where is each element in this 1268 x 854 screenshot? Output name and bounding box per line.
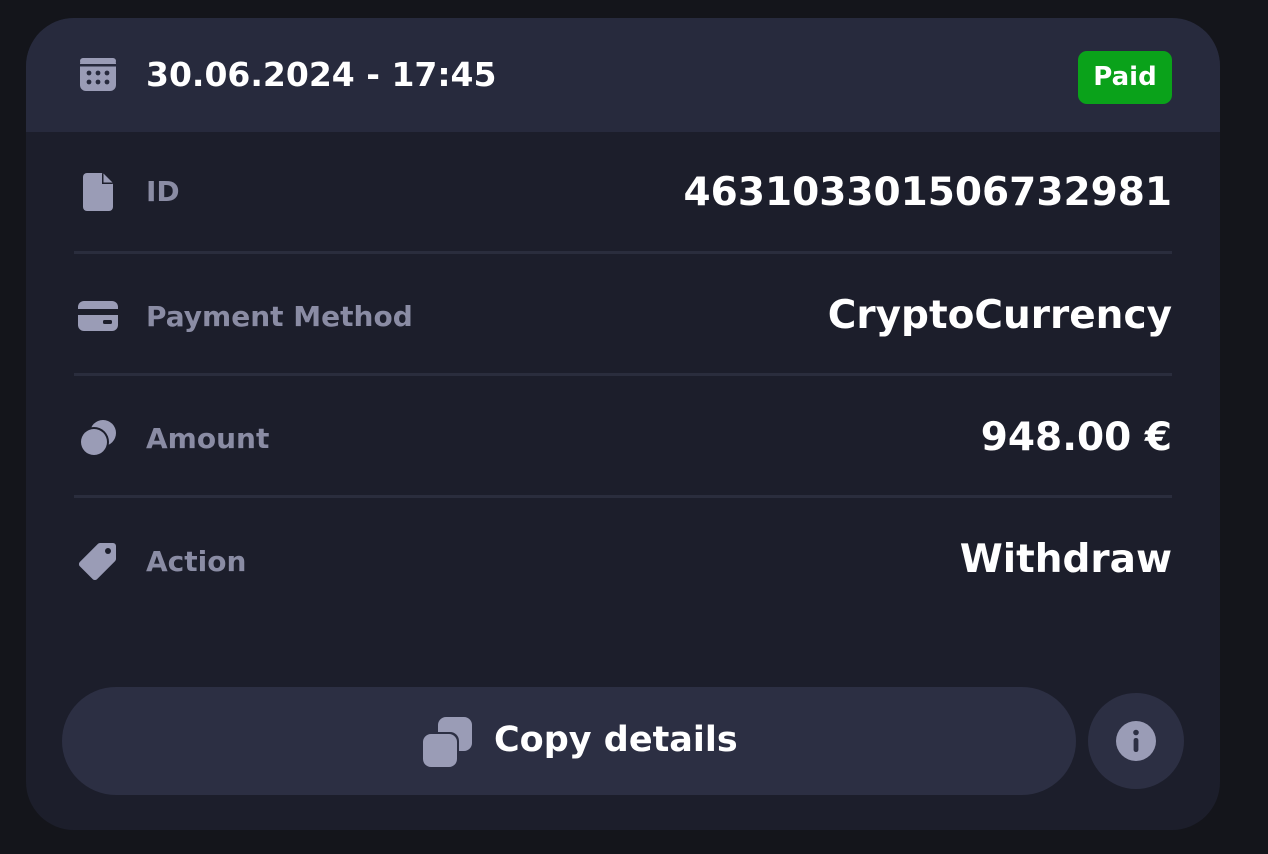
- copy-icon: [421, 717, 472, 769]
- tag-icon: [78, 543, 116, 581]
- detail-label: Amount: [146, 422, 270, 455]
- coins-icon: [79, 420, 116, 457]
- detail-label: Action: [146, 545, 247, 578]
- detail-label: ID: [146, 175, 180, 208]
- transaction-id-value: 463103301506732981: [683, 170, 1172, 215]
- document-icon: [83, 173, 113, 211]
- card-header: 30.06.2024 - 17:45 Paid: [26, 18, 1220, 132]
- status-badge: Paid: [1078, 51, 1172, 104]
- info-icon: [1116, 721, 1156, 761]
- detail-row-action: Action Withdraw: [74, 498, 1172, 620]
- detail-row-id: ID 463103301506732981: [74, 132, 1172, 254]
- copy-details-label: Copy details: [494, 720, 738, 760]
- detail-row-amount: Amount 948.00 €: [74, 376, 1172, 498]
- action-value: Withdraw: [959, 537, 1172, 582]
- card-icon: [78, 301, 118, 331]
- transaction-card: 30.06.2024 - 17:45 Paid ID 4631033015067…: [26, 18, 1220, 830]
- amount-value: 948.00 €: [980, 415, 1172, 460]
- transaction-date: 30.06.2024 - 17:45: [146, 55, 497, 94]
- copy-details-button[interactable]: Copy details: [62, 687, 1076, 795]
- detail-label: Payment Method: [146, 300, 413, 333]
- info-button[interactable]: [1088, 693, 1184, 789]
- detail-row-payment-method: Payment Method CryptoCurrency: [74, 254, 1172, 376]
- calendar-icon: [80, 58, 116, 91]
- payment-method-value: CryptoCurrency: [827, 293, 1172, 338]
